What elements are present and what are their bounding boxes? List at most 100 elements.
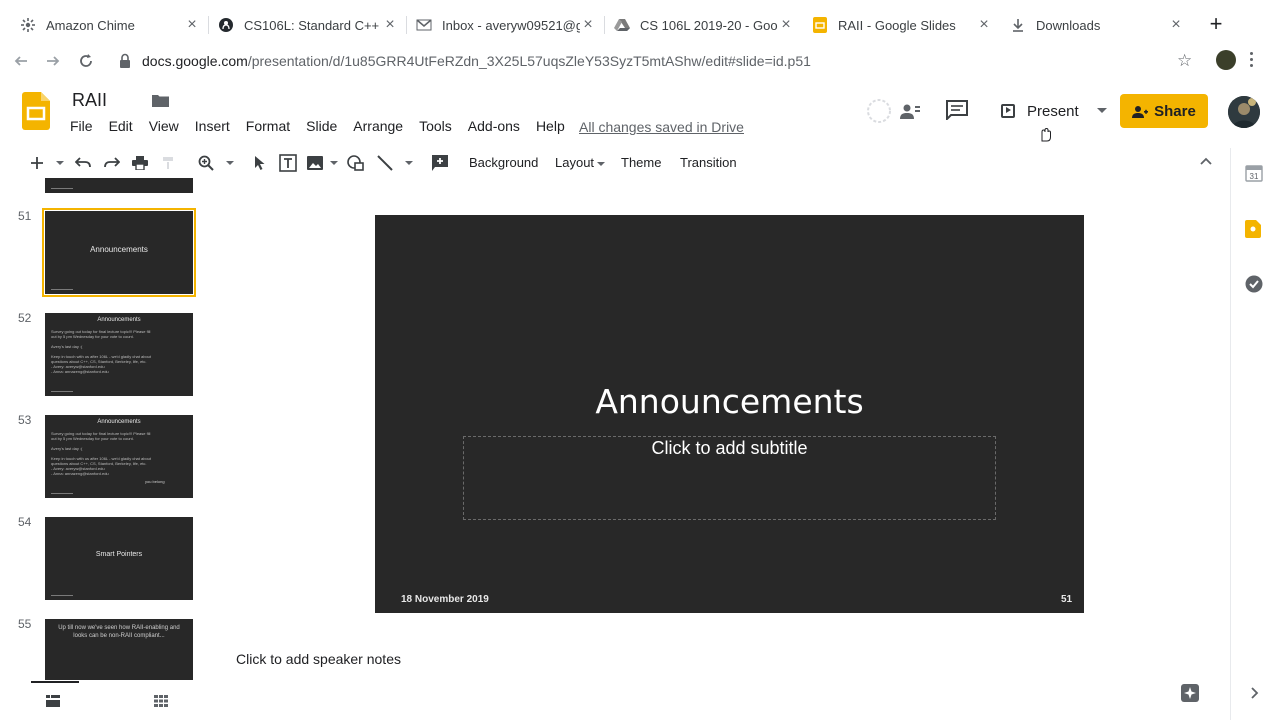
lock-icon[interactable]: [119, 53, 131, 69]
bookmark-star-icon[interactable]: ☆: [1177, 51, 1192, 71]
browser-address-bar: docs.google.com/presentation/d/1u85GRR4U…: [0, 46, 1280, 76]
filmstrip-view-icon[interactable]: [46, 694, 60, 712]
paint-format-icon[interactable]: [160, 154, 178, 172]
document-title[interactable]: RAII: [72, 90, 107, 111]
new-slide-dropdown-icon[interactable]: [52, 154, 64, 172]
menu-view[interactable]: View: [141, 118, 187, 138]
shape-icon[interactable]: [346, 154, 366, 172]
menu-arrange[interactable]: Arrange: [345, 118, 411, 138]
close-icon[interactable]: ×: [580, 17, 596, 33]
tasks-icon[interactable]: [1245, 275, 1263, 293]
menu-file[interactable]: File: [62, 118, 101, 138]
menu-tools[interactable]: Tools: [411, 118, 460, 138]
thumbnail-title: Smart Pointers: [95, 551, 143, 558]
browser-tab-active[interactable]: RAII - Google Slides ×: [802, 10, 1000, 40]
calendar-icon[interactable]: 31: [1245, 164, 1263, 182]
slide-thumbnail[interactable]: Announcements Survey going out today for…: [45, 313, 193, 396]
explore-icon[interactable]: [1181, 684, 1199, 702]
browser-tab[interactable]: Amazon Chime ×: [10, 10, 208, 40]
speaker-notes-placeholder[interactable]: Click to add speaker notes: [236, 651, 401, 667]
transition-button[interactable]: Transition: [680, 155, 737, 170]
slide-thumbnail[interactable]: Up till now we've seen how RAII-enabling…: [45, 619, 193, 680]
close-icon[interactable]: ×: [1168, 17, 1184, 33]
grid-view-icon[interactable]: [154, 694, 168, 712]
browser-tab-strip: Amazon Chime × CS106L: Standard C++ × In…: [0, 0, 1280, 46]
menu-add-ons[interactable]: Add-ons: [460, 118, 528, 138]
forward-arrow-icon[interactable]: [42, 50, 64, 72]
zoom-icon[interactable]: [196, 154, 216, 172]
svg-text:31: 31: [1250, 172, 1259, 181]
menu-help[interactable]: Help: [528, 118, 573, 138]
image-dropdown-icon[interactable]: [326, 154, 338, 172]
url-host: docs.google.com: [142, 53, 248, 69]
slide-number: 55: [18, 617, 32, 631]
zoom-dropdown-icon[interactable]: [222, 154, 234, 172]
meet-join-icon[interactable]: [900, 102, 920, 120]
menu-bar: File Edit View Insert Format Slide Arran…: [62, 118, 573, 138]
thumbnail-title: Announcements: [90, 245, 148, 254]
tab-label: Downloads: [1036, 17, 1101, 33]
line-icon[interactable]: [376, 154, 394, 172]
menu-edit[interactable]: Edit: [101, 118, 141, 138]
browser-tab[interactable]: CS 106L 2019-20 - Goo ×: [604, 10, 802, 40]
close-icon[interactable]: ×: [778, 17, 794, 33]
layout-label: Layout: [555, 155, 595, 170]
layout-button[interactable]: Layout: [555, 155, 606, 170]
menu-slide[interactable]: Slide: [298, 118, 345, 138]
profile-avatar-small[interactable]: [1216, 50, 1236, 70]
save-status[interactable]: All changes saved in Drive: [579, 119, 744, 135]
thumbnail-footer: [51, 493, 73, 494]
browser-tab[interactable]: CS106L: Standard C++ ×: [208, 10, 406, 40]
back-arrow-icon[interactable]: [10, 50, 32, 72]
share-button[interactable]: Share: [1120, 94, 1208, 128]
user-avatar[interactable]: [1228, 96, 1260, 128]
reload-icon[interactable]: [75, 50, 97, 72]
browser-tab[interactable]: Inbox - averyw09521@g ×: [406, 10, 604, 40]
browser-tab[interactable]: Downloads ×: [1000, 10, 1192, 40]
browser-menu-icon[interactable]: [1250, 52, 1254, 70]
google-drive-icon: [614, 17, 630, 33]
slide-canvas[interactable]: Announcements Click to add subtitle 18 N…: [375, 215, 1084, 613]
slide-thumbnail[interactable]: Announcements Survey going out today for…: [45, 415, 193, 498]
menu-insert[interactable]: Insert: [187, 118, 238, 138]
line-dropdown-icon[interactable]: [401, 154, 413, 172]
github-icon: [218, 17, 234, 33]
keep-notes-icon[interactable]: [1245, 220, 1263, 238]
slide-title[interactable]: Announcements: [375, 382, 1084, 421]
thumbnail-body: Survey going out today for final lecture…: [51, 329, 187, 374]
chevron-up-icon[interactable]: [1199, 154, 1213, 168]
menu-format[interactable]: Format: [238, 118, 298, 138]
comments-icon[interactable]: [946, 100, 968, 120]
new-tab-button[interactable]: +: [1206, 13, 1226, 35]
text-box-icon[interactable]: [278, 154, 298, 172]
slide-thumbnail[interactable]: Smart Pointers: [45, 517, 193, 600]
undo-icon[interactable]: [74, 154, 92, 172]
view-toggle: [0, 680, 212, 720]
present-button[interactable]: Present: [995, 96, 1115, 126]
slide-thumbnail[interactable]: [45, 178, 193, 193]
background-button[interactable]: Background: [469, 155, 538, 170]
chevron-right-icon[interactable]: [1247, 686, 1265, 704]
tab-label: Amazon Chime: [46, 17, 135, 33]
redo-icon[interactable]: [103, 154, 121, 172]
add-comment-icon[interactable]: [430, 154, 450, 172]
new-slide-icon[interactable]: [28, 154, 46, 172]
move-to-folder-icon[interactable]: [152, 94, 169, 107]
slide-thumbnail-selected[interactable]: Announcements: [42, 208, 196, 297]
present-label: Present: [1027, 102, 1079, 120]
insert-image-icon[interactable]: [306, 154, 324, 172]
slide-number: 51: [18, 209, 32, 223]
url-field[interactable]: docs.google.com/presentation/d/1u85GRR4U…: [142, 53, 811, 69]
print-icon[interactable]: [131, 154, 149, 172]
chevron-down-icon[interactable]: [1097, 108, 1107, 113]
amazon-chime-icon: [20, 17, 36, 33]
google-slides-logo[interactable]: [22, 92, 50, 130]
download-icon: [1010, 17, 1026, 33]
close-icon[interactable]: ×: [184, 17, 200, 33]
close-icon[interactable]: ×: [976, 17, 992, 33]
thumbnail-body: Survey going out today for final lecture…: [51, 431, 187, 476]
close-icon[interactable]: ×: [382, 17, 398, 33]
theme-button[interactable]: Theme: [621, 155, 661, 170]
select-cursor-icon[interactable]: [251, 154, 269, 172]
subtitle-placeholder-box[interactable]: Click to add subtitle: [463, 436, 996, 520]
